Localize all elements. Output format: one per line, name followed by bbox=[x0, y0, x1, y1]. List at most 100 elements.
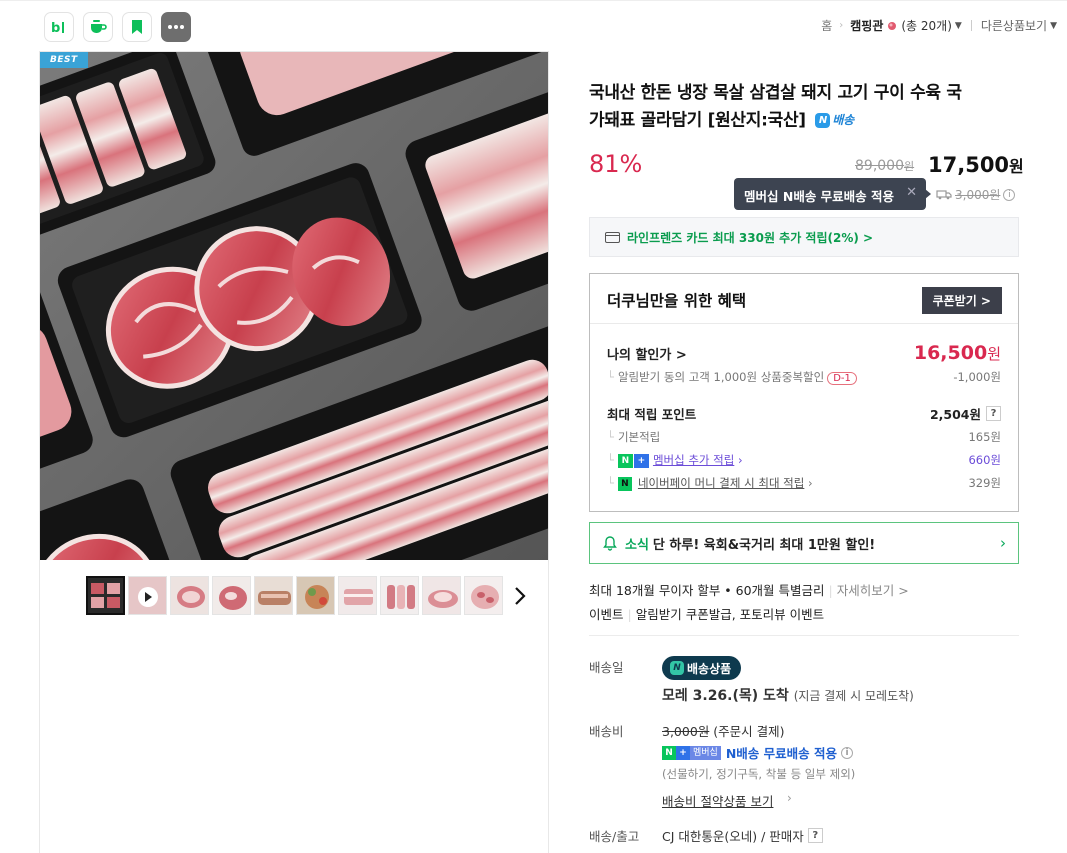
max-point-value: 2,504원 bbox=[929, 407, 981, 422]
sale-price-unit: 원 bbox=[1009, 157, 1024, 176]
benefit-panel: 더쿠님만을 위한 혜택 쿠폰받기 > 나의 할인가 > 16,500원 └ 알림받… bbox=[589, 273, 1019, 512]
news-text: 단 하루! 육회&국거리 최대 1만원 할인! bbox=[652, 537, 876, 553]
installment-text: 최대 18개월 무이자 할부 • 60개월 특별금리 bbox=[589, 583, 825, 598]
shipping-carrier: CJ 대한통운(오네) / 판매자 ? bbox=[662, 826, 823, 845]
thumbnail-10[interactable] bbox=[464, 576, 503, 615]
cafe-icon[interactable] bbox=[83, 12, 113, 42]
gallery-border-right bbox=[548, 52, 549, 853]
n-delivery-icon: N bbox=[815, 113, 831, 128]
shipping-out-label: 배송/출고 bbox=[589, 829, 640, 844]
thumbnail-6[interactable] bbox=[296, 576, 335, 615]
my-price-label[interactable]: 나의 할인가 > bbox=[607, 344, 687, 363]
breadcrumb-count: (총 20개) bbox=[901, 19, 952, 33]
bell-icon bbox=[603, 536, 617, 551]
coupon-amount: -1,000원 bbox=[953, 370, 1001, 384]
news-banner[interactable]: 소식 단 하루! 육회&국거리 최대 1만원 할인! › bbox=[589, 522, 1019, 564]
chevron-right-icon: › bbox=[737, 453, 743, 467]
event-label: 이벤트 bbox=[589, 607, 624, 622]
benefit-header: 더쿠님만을 위한 혜택 쿠폰받기 > bbox=[590, 274, 1018, 324]
chevron-right-icon: › bbox=[808, 476, 813, 490]
sale-price-value: 17,500 bbox=[928, 153, 1010, 177]
delivery-fee-label: 배송비 bbox=[589, 724, 624, 739]
help-icon[interactable]: ? bbox=[986, 406, 1001, 421]
thumbnail-3[interactable] bbox=[170, 576, 209, 615]
original-price-value: 89,000 bbox=[855, 158, 904, 174]
info-icon[interactable]: i bbox=[841, 746, 854, 759]
membership-point-link[interactable]: 멤버십 추가 적립 bbox=[653, 453, 734, 467]
top-bar: b 홈 › 캠핑관 (총 20개) ▼ 다른상품보기 ▼ bbox=[0, 0, 1067, 52]
chevron-right-icon: › bbox=[787, 791, 792, 805]
basic-point-label: 기본적립 bbox=[617, 430, 661, 444]
basic-point-label-wrap: └ 기본적립 bbox=[607, 429, 660, 445]
membership-point-row: └ N + 멤버십 추가 적립 › 660원 bbox=[607, 452, 1001, 468]
other-products-link[interactable]: 다른상품보기 bbox=[981, 17, 1047, 34]
my-price-unit: 원 bbox=[987, 345, 1001, 363]
thumbnail-9[interactable] bbox=[422, 576, 461, 615]
product-main-image[interactable]: BEST bbox=[40, 52, 548, 560]
membership-point-value: 660원 bbox=[968, 453, 1001, 467]
shipping-fee-summary: 3,000원 i bbox=[936, 186, 1016, 203]
product-title-line-2: 가돼표 골라담기 [원산지:국산] bbox=[589, 110, 806, 131]
event-divider: | bbox=[627, 607, 632, 622]
delivery-badge-text: 배송상품 bbox=[687, 661, 732, 676]
coupon-desc-text: 알림받기 동의 고객 1,000원 상품중복할인 bbox=[617, 370, 825, 384]
delivery-fee: 3,000원 (주문시 결제) bbox=[662, 721, 785, 740]
info-icon[interactable]: i bbox=[1003, 188, 1016, 201]
npay-point-link[interactable]: 네이버페이 머니 결제 시 최대 적립 bbox=[638, 476, 804, 490]
pork-trays-photo bbox=[40, 52, 548, 560]
chevron-right-icon[interactable] bbox=[512, 585, 528, 607]
close-icon[interactable]: ✕ bbox=[906, 185, 917, 200]
breadcrumb-category[interactable]: 캠핑관 bbox=[850, 17, 883, 34]
event-text[interactable]: 알림받기 쿠폰발급, 포토리뷰 이벤트 bbox=[636, 607, 824, 622]
membership-free-text: N배송 무료배송 적용 bbox=[725, 746, 838, 761]
n-delivery-icon: N bbox=[670, 661, 684, 675]
dday-badge: D-1 bbox=[827, 372, 857, 385]
news-tag: 소식 bbox=[625, 537, 649, 553]
delivery-date-label: 배송일 bbox=[589, 660, 624, 675]
thumbnail-7[interactable] bbox=[338, 576, 377, 615]
max-point-label: 최대 적립 포인트 bbox=[607, 407, 697, 422]
membership-tooltip: 멤버십 N배송 무료배송 적용 ✕ bbox=[734, 178, 931, 210]
delivery-product-badge: N 배송상품 bbox=[662, 656, 742, 680]
product-title: 국내산 한돈 냉장 목살 삼겹살 돼지 고기 구이 수육 국 가돼표 골라담기 … bbox=[589, 80, 1019, 135]
thumbnail-5[interactable] bbox=[254, 576, 293, 615]
coupon-button[interactable]: 쿠폰받기 > bbox=[921, 287, 1002, 314]
my-price: 16,500원 bbox=[914, 342, 1001, 364]
arrival-note: (지금 결제 시 모레도착) bbox=[793, 689, 914, 703]
bookmark-icon[interactable] bbox=[122, 12, 152, 42]
original-price: 89,000원 bbox=[855, 158, 914, 174]
app-icon-row: b bbox=[44, 12, 191, 42]
shipping-carrier-text: CJ 대한통운(오네) / 판매자 bbox=[662, 829, 804, 844]
tree-branch-icon: └ bbox=[607, 476, 614, 490]
installment-info: 최대 18개월 무이자 할부 • 60개월 특별금리 | 자세히보기 > bbox=[589, 580, 909, 599]
basic-point-value: 165원 bbox=[968, 430, 1001, 444]
shipping-exclusion: (선물하기, 정기구독, 착불 등 일부 제외) bbox=[662, 767, 856, 781]
npay-point-row: └ N 네이버페이 머니 결제 시 최대 적립 › 329원 bbox=[607, 475, 1001, 491]
coupon-discount-desc: └ 알림받기 동의 고객 1,000원 상품중복할인 D-1 bbox=[607, 369, 857, 385]
membership-free-shipping: N + 멤버십 N배송 무료배송 적용 i bbox=[662, 743, 854, 762]
tree-branch-icon: └ bbox=[607, 430, 614, 444]
card-benefit-text: 라인프렌즈 카드 최대 330원 추가 적립(2%) > bbox=[627, 230, 874, 245]
thumbnail-8[interactable] bbox=[380, 576, 419, 615]
installment-detail-link[interactable]: 자세히보기 > bbox=[837, 583, 909, 598]
blog-icon[interactable]: b bbox=[44, 12, 74, 42]
thumbnail-4[interactable] bbox=[212, 576, 251, 615]
breadcrumb-home[interactable]: 홈 bbox=[821, 17, 832, 34]
chevron-down-icon[interactable]: ▼ bbox=[955, 21, 962, 31]
thumbnail-1[interactable] bbox=[86, 576, 125, 615]
best-badge: BEST bbox=[40, 52, 88, 68]
chevron-down-icon[interactable]: ▼ bbox=[1050, 21, 1057, 31]
delivery-fee-note: (주문시 결제) bbox=[713, 724, 785, 739]
thumbnail-video[interactable] bbox=[128, 576, 167, 615]
delivery-fee-strike: 3,000원 bbox=[662, 724, 710, 739]
help-icon[interactable]: ? bbox=[807, 828, 823, 843]
product-title-line-1: 국내산 한돈 냉장 목살 삼겹살 돼지 고기 구이 수육 국 bbox=[589, 83, 962, 103]
more-icon[interactable] bbox=[161, 12, 191, 42]
shipping-save-link[interactable]: 배송비 절약상품 보기 bbox=[662, 791, 773, 810]
my-price-row: 나의 할인가 > 16,500원 bbox=[607, 342, 1001, 364]
n-delivery-label: 배송 bbox=[832, 113, 854, 127]
card-benefit-box[interactable]: 라인프렌즈 카드 최대 330원 추가 적립(2%) > bbox=[589, 217, 1019, 257]
membership-tag: N + 멤버십 bbox=[662, 745, 721, 760]
arrival-info: 모레 3.26.(목) 도착 (지금 결제 시 모레도착) bbox=[662, 685, 914, 705]
sale-price: 17,500원 bbox=[928, 153, 1024, 177]
